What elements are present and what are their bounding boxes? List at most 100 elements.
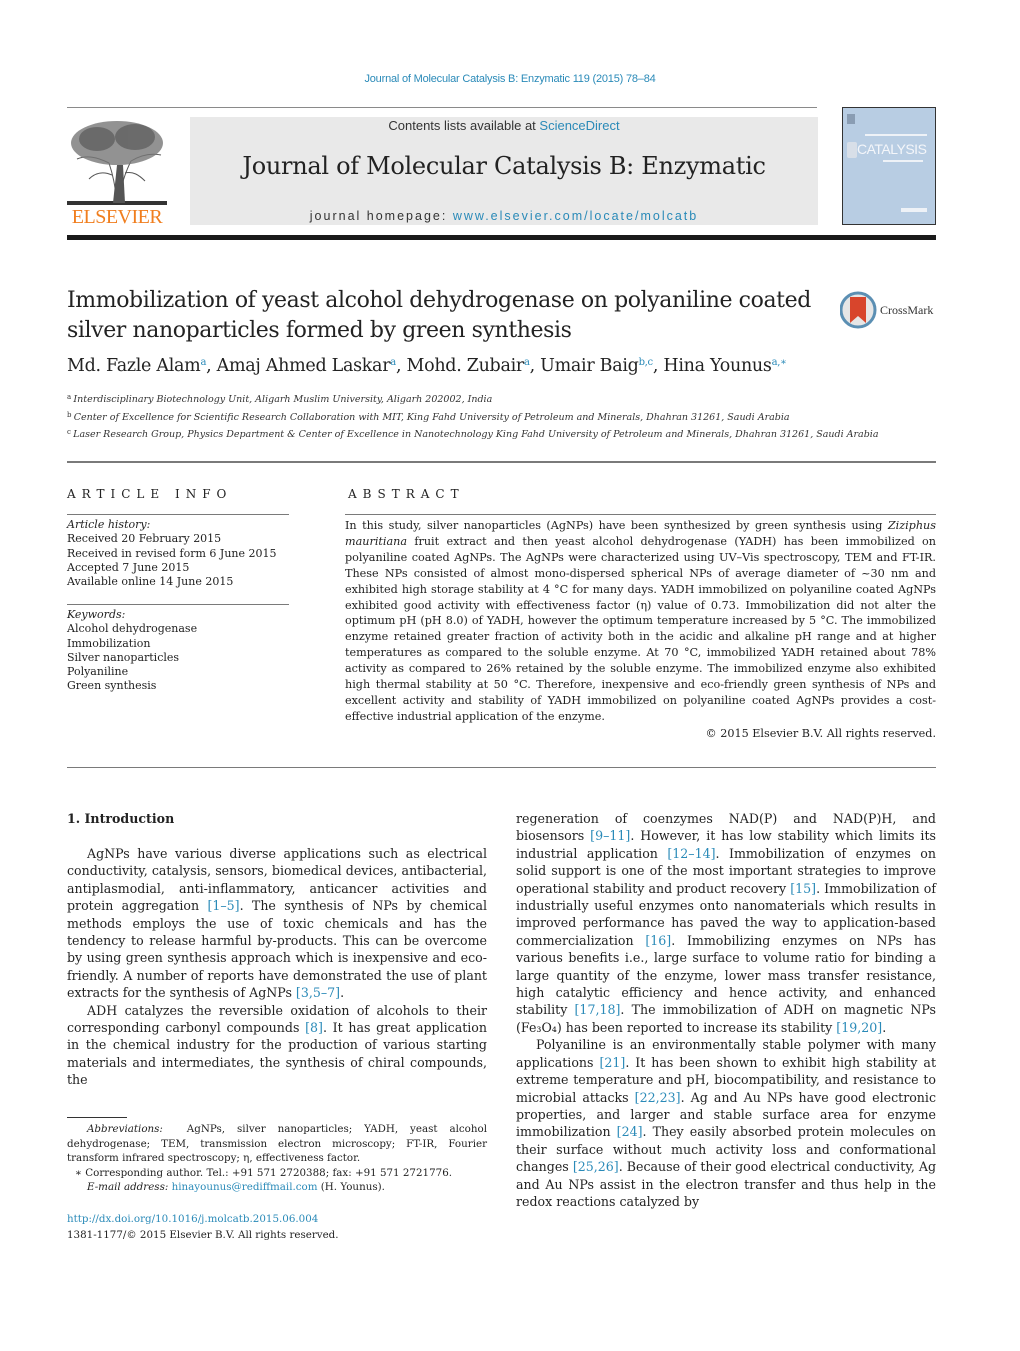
reference-link[interactable]: [21] [599,1055,625,1070]
affiliation-key: b [67,410,74,419]
abstract-divider [345,514,936,515]
keyword-item: Alcohol dehydrogenase [67,622,198,636]
reference-link[interactable]: [24] [617,1124,643,1139]
footnotes: Abbreviations: AgNPs, silver nanoparticl… [67,1122,487,1195]
reference-link[interactable]: [17,18] [575,1002,621,1017]
contents-prefix: Contents lists available at [388,118,540,133]
corresponding-author: ∗ Corresponding author. Tel.: +91 571 27… [75,1166,453,1179]
paragraph: AgNPs have various diverse applications … [67,845,487,1002]
affiliation-text: Laser Research Group, Physics Department… [73,429,879,440]
footnote-divider [67,1117,127,1118]
crossmark-label: CrossMark [880,303,934,317]
affiliation: b Center of Excellence for Scientific Re… [67,408,947,426]
abstract-copyright: © 2015 Elsevier B.V. All rights reserved… [705,727,936,740]
author-list: Md. Fazle Alama, Amaj Ahmed Laskara, Moh… [67,356,947,376]
affiliation-text: Center of Excellence for Scientific Rese… [73,411,790,423]
text-run: . [882,1019,887,1035]
article-info-heading: ARTICLE INFO [67,487,233,501]
author-separator: , [395,356,407,376]
history-item: Accepted 7 June 2015 [67,560,190,574]
author-separator: , [529,356,541,376]
crossmark-icon [840,291,877,329]
author-name[interactable]: Mohd. Zubair [406,356,524,376]
reference-link[interactable]: [16] [645,933,671,948]
cover-publisher-mark [847,114,855,124]
email-label: E-mail address: [87,1181,169,1194]
keywords: Keywords: Alcohol dehydrogenase Immobili… [67,608,289,694]
abstract-part: In this study, silver nanoparticles (AgN… [345,519,888,532]
affiliation-text: Interdisciplinary Biotechnology Unit, Al… [73,394,493,405]
article-info-divider [67,514,289,515]
cover-c-mark [847,142,857,158]
journal-homepage: journal homepage: www.elsevier.com/locat… [190,209,818,223]
keyword-item: Silver nanoparticles [67,650,180,664]
email-suffix: (H. Younus). [317,1181,385,1194]
text-run: . [340,985,345,1001]
reference-link[interactable]: [25,26] [573,1159,619,1174]
author-name[interactable]: Md. Fazle Alam [67,356,201,376]
history-item: Received 20 February 2015 [67,532,222,546]
abstract-text: In this study, silver nanoparticles (AgN… [345,518,936,725]
affiliation-marker[interactable]: a,∗ [772,357,787,368]
contents-line: Contents lists available at ScienceDirec… [190,118,818,133]
author-separator: , [206,356,217,376]
keyword-item: Polyaniline [67,665,129,679]
paragraph: regeneration of coenzymes NAD(P) and NAD… [516,810,936,1036]
journal-title: Journal of Molecular Catalysis B: Enzyma… [242,152,766,180]
homepage-link[interactable]: www.elsevier.com/locate/molcatb [453,209,698,223]
article-title: Immobilization of yeast alcohol dehydrog… [67,288,811,343]
reference-link[interactable]: [8] [305,1020,323,1035]
author-separator: , [652,356,664,376]
keywords-label: Keywords: [67,608,126,621]
reference-link[interactable]: [15] [790,881,816,896]
affiliation: a Interdisciplinary Biotechnology Unit, … [67,390,947,408]
issn-copyright: 1381-1177/© 2015 Elsevier B.V. All right… [67,1229,339,1241]
cover-line [883,160,923,162]
email-link[interactable]: hinayounus@rediffmail.com [172,1181,318,1193]
doi-block: http://dx.doi.org/10.1016/j.molcatb.2015… [67,1211,339,1243]
doi-link[interactable]: http://dx.doi.org/10.1016/j.molcatb.2015… [67,1213,318,1225]
email-line: E-mail address: hinayounus@rediffmail.co… [67,1180,487,1195]
affiliation: c Laser Research Group, Physics Departme… [67,425,947,443]
abstract-end-divider [67,767,936,768]
elsevier-logo-text: ELSEVIER [71,206,163,228]
abstract-part: fruit extract and then yeast alcohol deh… [345,534,936,723]
journal-cover-image[interactable]: CATALYSIS [842,107,936,225]
history-item: Received in revised form 6 June 2015 [67,546,277,560]
reference-link[interactable]: [3,5–7] [296,985,340,1000]
affiliation-list: a Interdisciplinary Biotechnology Unit, … [67,390,947,443]
keyword-item: Immobilization [67,636,151,650]
history-item: Available online 14 June 2015 [67,575,234,589]
section-divider [67,461,936,463]
reference-link[interactable]: [19,20] [836,1020,882,1035]
cover-title: CATALYSIS [857,141,927,157]
abbreviations-footnote: Abbreviations: AgNPs, silver nanoparticl… [67,1122,487,1166]
reference-link[interactable]: [12–14] [667,846,715,861]
keywords-divider [67,604,289,605]
author-name[interactable]: Umair Baig [540,356,639,376]
author-name[interactable]: Amaj Ahmed Laskar [217,356,391,376]
introduction-heading: 1. Introduction [67,811,175,826]
author-name[interactable]: Hina Younus [663,356,771,376]
paragraph: Polyaniline is an environmentally stable… [516,1036,936,1210]
reference-link[interactable]: [1–5] [207,898,239,913]
body-column-right: regeneration of coenzymes NAD(P) and NAD… [516,810,936,1210]
text-run: . The synthesis of NPs by chemical metho… [67,898,488,1001]
cover-line [865,134,927,136]
article-history: Article history: Received 20 February 20… [67,518,289,589]
header-divider [67,107,817,108]
journal-citation[interactable]: Journal of Molecular Catalysis B: Enzyma… [0,73,1020,85]
abstract-heading: ABSTRACT [348,487,465,501]
affiliation-marker[interactable]: b,c [639,357,654,368]
cover-line [901,208,927,212]
body-column-left: AgNPs have various diverse applications … [67,845,487,1089]
abbreviations-label: Abbreviations: [87,1123,163,1135]
crossmark-button[interactable]: CrossMark [840,291,940,331]
reference-link[interactable]: [9–11] [590,828,630,843]
reference-link[interactable]: [22,23] [635,1090,681,1105]
paragraph: ADH catalyzes the reversible oxidation o… [67,1002,487,1089]
sciencedirect-link[interactable]: ScienceDirect [539,118,619,133]
history-label: Article history: [67,518,151,531]
homepage-prefix: journal homepage: [309,209,453,223]
header-thick-divider [67,235,936,240]
